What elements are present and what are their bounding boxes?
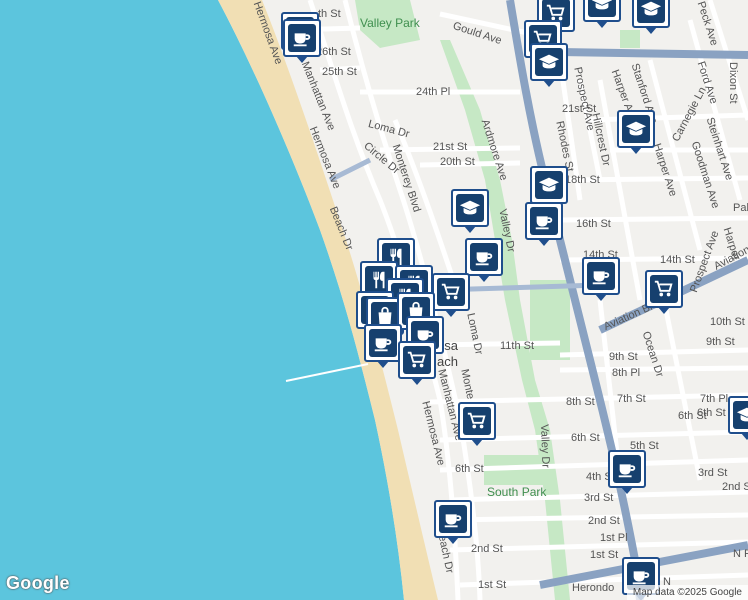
street-label: 8th St xyxy=(566,396,595,408)
grocery-icon xyxy=(437,278,465,306)
cafe-icon xyxy=(613,455,641,483)
cafe-icon xyxy=(288,24,316,52)
school-icon xyxy=(733,401,748,429)
street-label: 6th St xyxy=(571,432,600,444)
street-label: 7th St xyxy=(617,393,646,405)
grocery-icon xyxy=(463,407,491,435)
poi-marker[interactable] xyxy=(465,238,503,282)
school-icon xyxy=(535,48,563,76)
street-label: th St xyxy=(318,8,341,20)
poi-marker[interactable] xyxy=(583,0,621,28)
street-label: 24th Pl xyxy=(416,86,451,98)
poi-marker[interactable] xyxy=(530,166,568,210)
cafe-icon xyxy=(470,243,498,271)
street-label: 25th St xyxy=(322,66,357,78)
street-label: 2nd St xyxy=(471,543,503,555)
poi-marker[interactable] xyxy=(451,189,489,233)
street-label: 2nd St xyxy=(722,481,748,493)
poi-marker[interactable] xyxy=(608,450,646,494)
street-label: 1st St xyxy=(590,549,619,561)
poi-marker[interactable] xyxy=(617,110,655,154)
poi-marker[interactable] xyxy=(364,324,402,368)
school-icon xyxy=(622,115,650,143)
street-label: 21st St xyxy=(433,141,468,153)
street-label: Herondo xyxy=(572,582,615,594)
park-label: Valley Park xyxy=(360,16,420,30)
street-label: 26th St xyxy=(316,46,351,58)
cafe-icon xyxy=(530,207,558,235)
cafe-icon xyxy=(439,505,467,533)
grocery-icon xyxy=(403,346,431,374)
street-label: 2nd St xyxy=(588,515,620,527)
cafe-icon xyxy=(369,329,397,357)
street-label: 9th St xyxy=(609,351,638,363)
street-label: 7th Pl xyxy=(700,393,729,405)
map-attribution[interactable]: Map data ©2025 Google xyxy=(626,585,748,600)
poi-marker[interactable] xyxy=(632,0,670,34)
poi-marker[interactable] xyxy=(458,402,496,446)
street-label: 6th St xyxy=(455,463,484,475)
cafe-icon xyxy=(587,262,615,290)
school-icon xyxy=(456,194,484,222)
street-label: Dixon St xyxy=(727,62,739,104)
poi-marker[interactable] xyxy=(582,257,620,301)
street-label: 3rd St xyxy=(698,467,728,479)
poi-marker[interactable] xyxy=(434,500,472,544)
street-label: 18th St xyxy=(565,174,600,186)
poi-marker[interactable] xyxy=(530,43,568,87)
street-label: 20th St xyxy=(440,156,475,168)
park-area xyxy=(530,280,570,360)
street-label: 6th St xyxy=(697,407,726,419)
street-label: 16th St xyxy=(576,218,611,230)
poi-marker[interactable] xyxy=(645,270,683,314)
school-icon xyxy=(535,171,563,199)
map-canvas[interactable]: Valley Park South Park osa ach Gould Ave… xyxy=(0,0,748,600)
school-icon xyxy=(637,0,665,23)
street-label: 14th St xyxy=(660,254,695,266)
street-label: 1st Pl xyxy=(600,532,628,544)
street-label: Pal xyxy=(733,202,748,214)
street-label: 1st St xyxy=(478,579,507,591)
street-label: Valley Dr xyxy=(538,424,552,469)
poi-marker[interactable] xyxy=(283,19,321,63)
park-label: South Park xyxy=(487,485,547,499)
street-label: 9th St xyxy=(706,336,735,348)
poi-marker[interactable] xyxy=(398,341,436,385)
small-park xyxy=(620,30,640,48)
street-label: 11th St xyxy=(500,340,535,352)
grocery-icon xyxy=(650,275,678,303)
google-logo: Google xyxy=(6,573,70,593)
poi-marker[interactable] xyxy=(525,202,563,246)
street-label: 10th St xyxy=(710,316,745,328)
city-label: ach xyxy=(437,354,458,369)
poi-marker[interactable] xyxy=(432,273,470,317)
poi-marker[interactable] xyxy=(728,396,748,440)
street-label: N P xyxy=(733,548,748,560)
school-icon xyxy=(588,0,616,17)
street-label: 3rd St xyxy=(584,492,614,504)
street-label: 8th Pl xyxy=(612,367,641,379)
